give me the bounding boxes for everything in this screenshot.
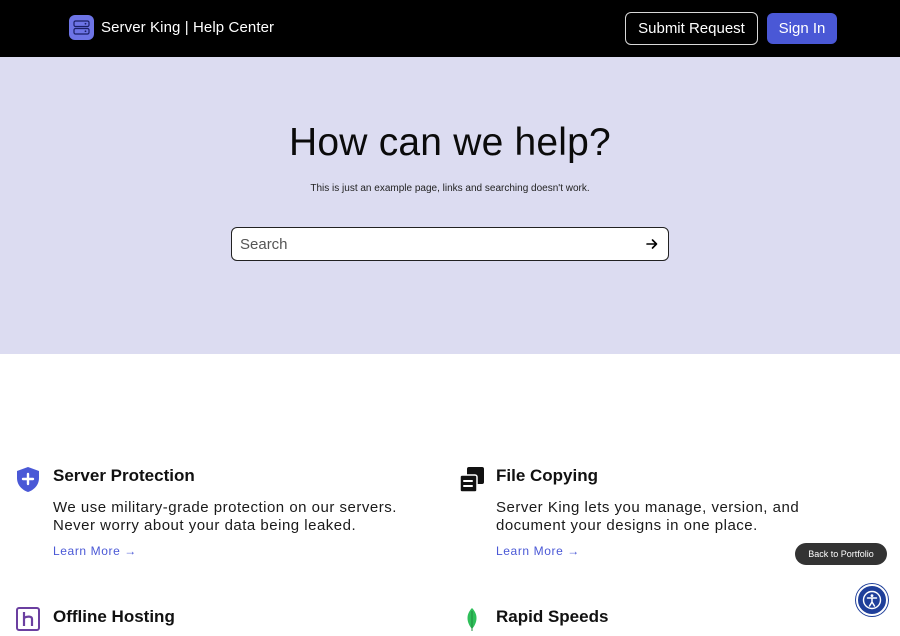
shield-plus-icon — [16, 466, 40, 498]
learn-more-link[interactable]: Learn More → — [496, 544, 580, 558]
feature-title: File Copying — [496, 466, 598, 485]
back-to-portfolio-button[interactable]: Back to Portfolio — [795, 543, 887, 565]
sign-in-button[interactable]: Sign In — [767, 13, 837, 44]
brand[interactable]: Server King | Help Center — [69, 14, 274, 40]
learn-more-link[interactable]: Learn More → — [53, 544, 137, 558]
page-title: How can we help? — [289, 121, 611, 164]
heroku-icon — [16, 607, 40, 636]
accessibility-icon[interactable] — [856, 584, 888, 616]
copy-files-icon — [459, 466, 485, 498]
feature-title: Rapid Speeds — [496, 607, 609, 626]
arrow-right-icon[interactable] — [644, 236, 660, 252]
top-navbar: Server King | Help Center Submit Request… — [0, 0, 900, 57]
hero-section: How can we help? This is just an example… — [0, 57, 900, 354]
search-bar — [231, 227, 669, 261]
feature-description: We use military-grade protection on our … — [53, 499, 397, 534]
brand-title: Server King | Help Center — [101, 18, 275, 36]
example-note: This is just an example page, links and … — [310, 183, 590, 194]
server-icon — [69, 14, 94, 40]
feature-title: Offline Hosting — [53, 607, 175, 626]
leaf-icon — [459, 607, 483, 636]
feature-description: Server King lets you manage, version, an… — [496, 499, 800, 534]
feature-title: Server Protection — [53, 466, 195, 485]
submit-request-button[interactable]: Submit Request — [625, 12, 758, 45]
search-input[interactable] — [238, 229, 628, 259]
